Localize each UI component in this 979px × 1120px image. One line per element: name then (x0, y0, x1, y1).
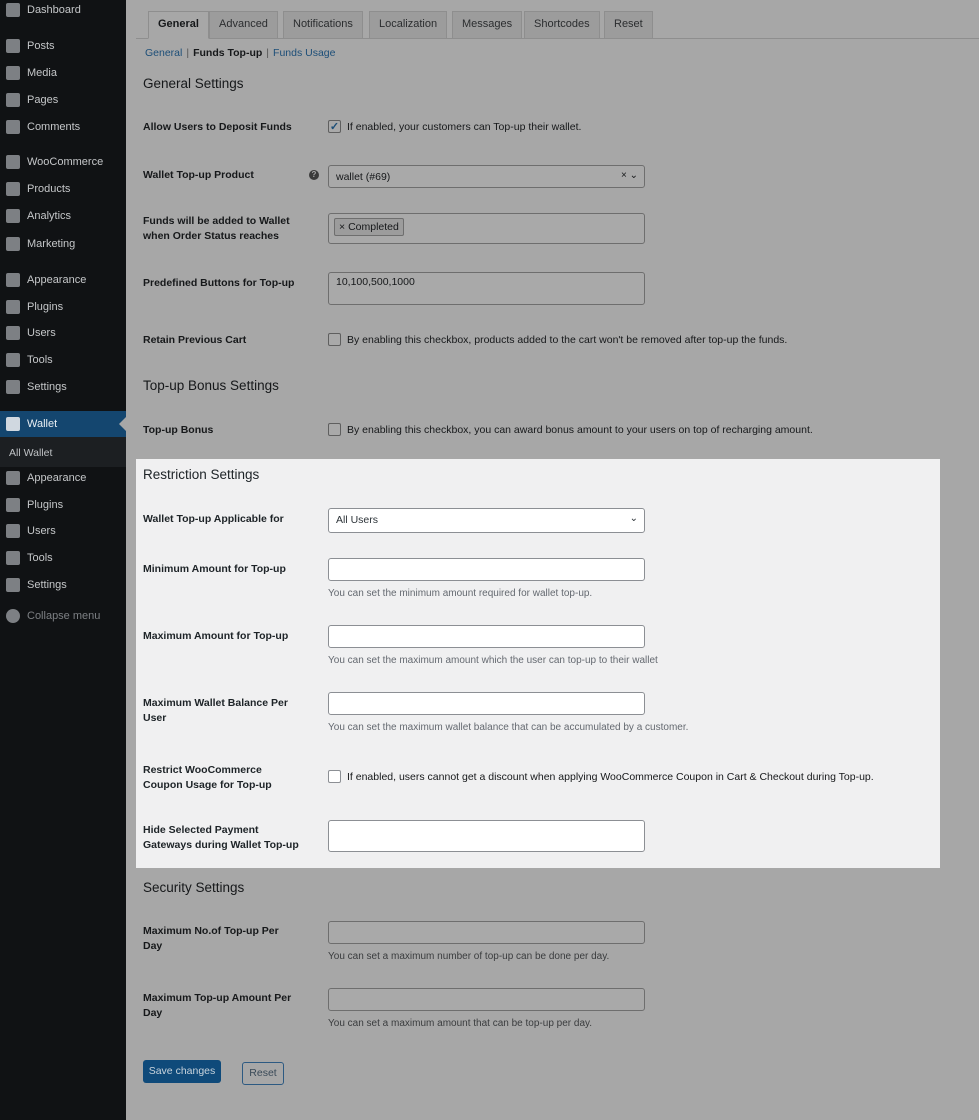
security-settings-heading: Security Settings (143, 880, 245, 895)
restrict-coupon-label: Restrict WooCommerce Coupon Usage for To… (143, 764, 272, 791)
max-count-input[interactable] (328, 921, 645, 944)
max-daily-amount-desc: You can set a maximum amount that can be… (328, 1018, 593, 1029)
restriction-settings-heading: Restriction Settings (143, 467, 260, 482)
max-balance-input[interactable] (328, 692, 645, 715)
max-daily-amount-label: Maximum Top-up Amount Per Day (143, 992, 292, 1019)
checkbox-text: If enabled, users cannot get a discount … (347, 770, 874, 783)
restrict-coupon-checkbox[interactable]: If enabled, users cannot get a discount … (328, 770, 874, 783)
max-balance-desc: You can set the maximum wallet balance t… (328, 722, 689, 733)
save-changes-button[interactable]: Save changes (143, 1060, 221, 1083)
min-amount-desc: You can set the minimum amount required … (328, 588, 593, 599)
hide-gateways-label: Hide Selected Payment Gateways during Wa… (143, 824, 299, 851)
max-balance-label: Maximum Wallet Balance Per User (143, 697, 288, 724)
chevron-down-icon: ⌄ (629, 513, 638, 524)
max-amount-input[interactable] (328, 625, 645, 648)
select-value: All Users (336, 514, 379, 526)
max-count-desc: You can set a maximum number of top-up c… (328, 951, 610, 962)
applicable-for-label: Wallet Top-up Applicable for (143, 513, 284, 525)
hide-gateways-select[interactable] (328, 820, 645, 852)
checkbox[interactable] (328, 770, 341, 783)
max-amount-label: Maximum Amount for Top-up (143, 630, 289, 642)
min-amount-label: Minimum Amount for Top-up (143, 563, 286, 575)
min-amount-input[interactable] (328, 558, 645, 581)
max-daily-amount-input[interactable] (328, 988, 645, 1011)
max-count-label: Maximum No.of Top-up Per Day (143, 925, 279, 952)
reset-button[interactable]: Reset (242, 1062, 284, 1085)
applicable-for-select[interactable]: All Users ⌄ (328, 508, 645, 533)
max-amount-desc: You can set the maximum amount which the… (328, 655, 658, 666)
